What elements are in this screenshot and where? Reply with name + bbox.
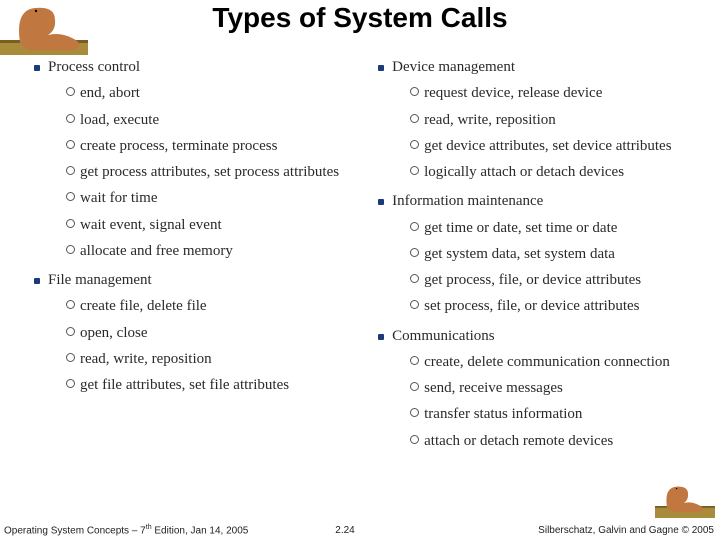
list-item: get file attributes, set file attributes xyxy=(66,374,354,397)
list-item: logically attach or detach devices xyxy=(410,161,715,184)
section-heading: Communications xyxy=(392,328,495,344)
list-item: read, write, reposition xyxy=(410,109,715,132)
list-item: open, close xyxy=(66,322,354,345)
section-process-control: Process control end, abort load, execute… xyxy=(34,56,354,263)
sub-list: create file, delete file open, close rea… xyxy=(48,295,354,397)
list-item: get process attributes, set process attr… xyxy=(66,161,354,184)
sub-list: create, delete communication connection … xyxy=(392,351,715,453)
section-heading: Device management xyxy=(392,59,515,75)
section-heading: File management xyxy=(48,272,152,288)
list-item: load, execute xyxy=(66,109,354,132)
list-item: wait event, signal event xyxy=(66,214,354,237)
section-heading: Information maintenance xyxy=(392,193,543,209)
right-column: Device management request device, releas… xyxy=(364,50,715,457)
left-column: Process control end, abort load, execute… xyxy=(20,50,354,457)
list-item: get device attributes, set device attrib… xyxy=(410,135,715,158)
sub-list: request device, release device read, wri… xyxy=(392,82,715,184)
content-area: Process control end, abort load, execute… xyxy=(20,50,715,457)
section-file-management: File management create file, delete file… xyxy=(34,269,354,397)
section-communications: Communications create, delete communicat… xyxy=(378,325,715,453)
list-item: send, receive messages xyxy=(410,377,715,400)
footer-right: Silberschatz, Galvin and Gagne © 2005 xyxy=(538,525,714,536)
list-item: create file, delete file xyxy=(66,295,354,318)
sub-list: end, abort load, execute create process,… xyxy=(48,82,354,263)
list-item: transfer status information xyxy=(410,403,715,426)
left-list: Process control end, abort load, execute… xyxy=(20,56,354,397)
slide: Types of System Calls Process control en… xyxy=(0,0,720,540)
slide-title: Types of System Calls xyxy=(0,2,720,34)
sub-list: get time or date, set time or date get s… xyxy=(392,217,715,319)
dinosaur-logo-small-icon xyxy=(655,480,715,520)
list-item: get time or date, set time or date xyxy=(410,217,715,240)
list-item: create process, terminate process xyxy=(66,135,354,158)
copyright-icon: © xyxy=(682,525,689,536)
list-item: read, write, reposition xyxy=(66,348,354,371)
list-item: request device, release device xyxy=(410,82,715,105)
list-item: create, delete communication connection xyxy=(410,351,715,374)
section-device-management: Device management request device, releas… xyxy=(378,56,715,184)
list-item: set process, file, or device attributes xyxy=(410,295,715,318)
footer-right-a: Silberschatz, Galvin and Gagne xyxy=(538,525,681,536)
footer-right-b: 2005 xyxy=(689,525,714,536)
list-item: wait for time xyxy=(66,187,354,210)
section-heading: Process control xyxy=(48,59,140,75)
list-item: get system data, set system data xyxy=(410,243,715,266)
right-list: Device management request device, releas… xyxy=(364,56,715,453)
slide-number: 2.24 xyxy=(335,525,354,536)
footer: Operating System Concepts – 7th Edition,… xyxy=(0,520,720,538)
list-item: get process, file, or device attributes xyxy=(410,269,715,292)
section-information-maintenance: Information maintenance get time or date… xyxy=(378,190,715,318)
list-item: attach or detach remote devices xyxy=(410,430,715,453)
list-item: allocate and free memory xyxy=(66,240,354,263)
list-item: end, abort xyxy=(66,82,354,105)
